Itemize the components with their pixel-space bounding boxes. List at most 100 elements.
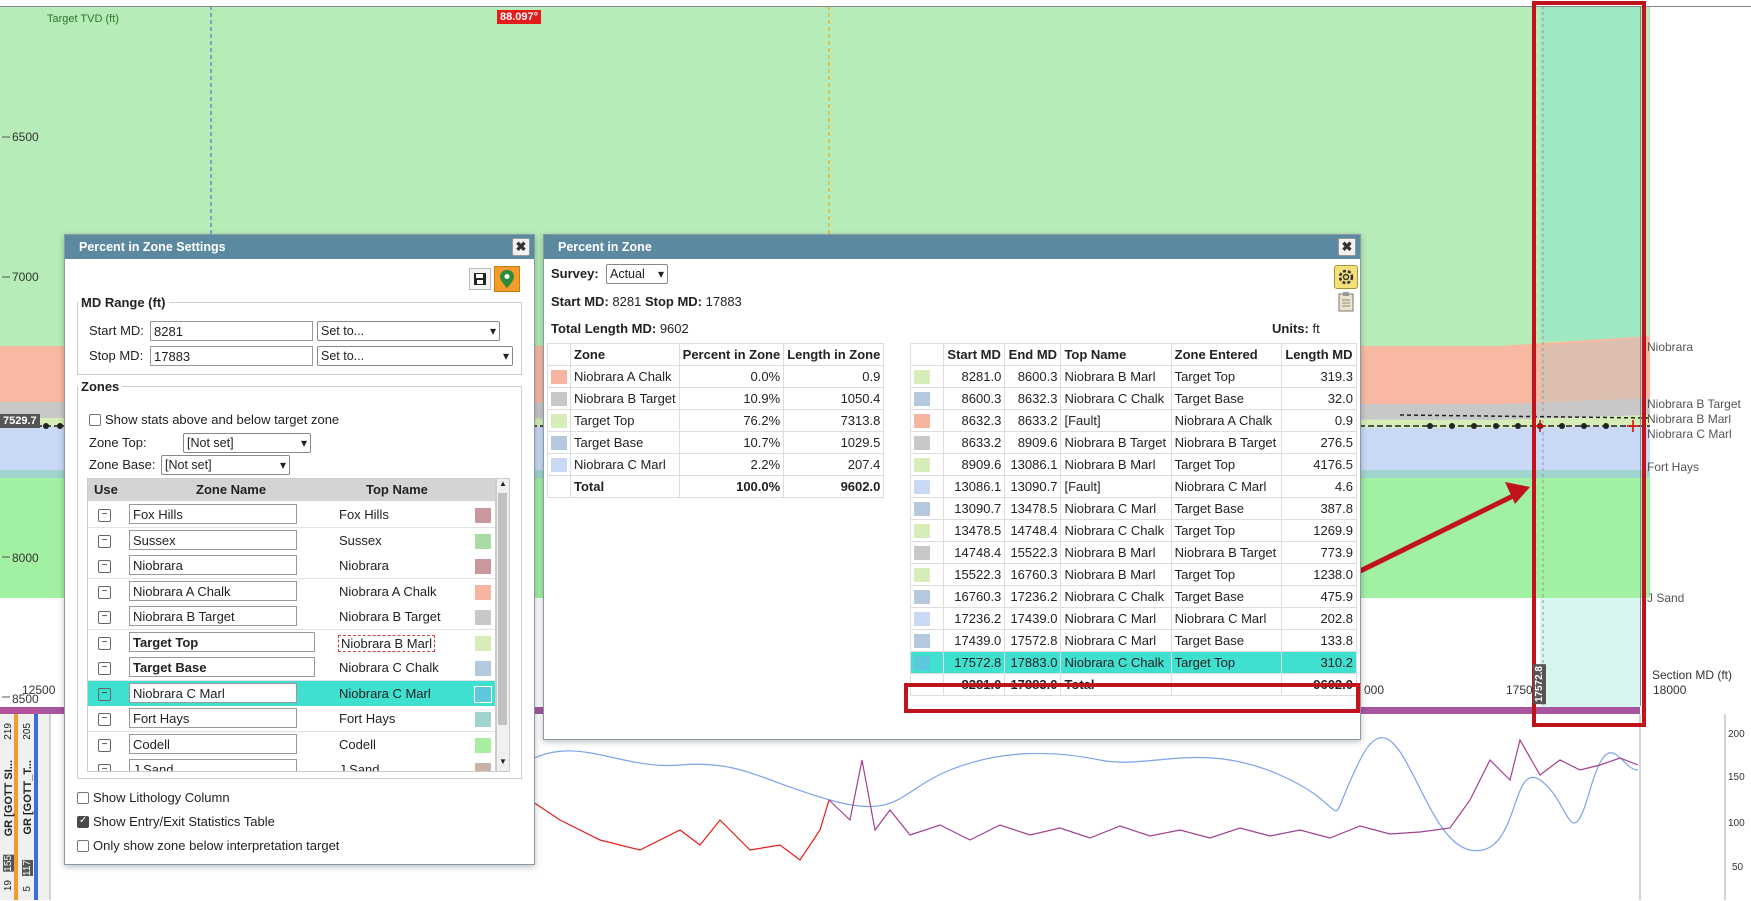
zone-row[interactable]: − Niobrara B Target Niobrara B Target	[88, 604, 495, 630]
top-name-cell[interactable]: Niobrara A Chalk	[339, 584, 437, 599]
zone-base-select[interactable]: [Not set]	[161, 455, 290, 475]
top-name-cell[interactable]: Sussex	[339, 533, 382, 548]
zone-row[interactable]: − Target Top Niobrara B Marl	[88, 629, 495, 656]
zone-color-swatch[interactable]	[474, 634, 492, 652]
only-show-below-checkbox[interactable]	[77, 840, 89, 852]
top-name-cell[interactable]: Niobrara B Marl	[338, 634, 436, 652]
survey-select[interactable]: Actual	[606, 264, 668, 284]
zone-top-select[interactable]: [Not set]	[183, 433, 311, 453]
zone-row[interactable]: − Niobrara A Chalk Niobrara A Chalk	[88, 578, 495, 605]
use-toggle-icon[interactable]: −	[98, 764, 111, 771]
use-toggle-icon[interactable]: −	[98, 611, 111, 624]
only-show-below-label: Only show zone below interpretation targ…	[93, 838, 340, 853]
zone-name-input[interactable]: Target Top	[129, 631, 315, 652]
clipboard-icon[interactable]	[1337, 291, 1355, 313]
use-toggle-icon[interactable]: −	[98, 636, 111, 650]
use-toggle-icon[interactable]: −	[98, 534, 111, 548]
zone-color-swatch[interactable]	[474, 507, 492, 524]
top-name-cell[interactable]: J Sand	[339, 762, 379, 771]
zone-row[interactable]: − Niobrara Niobrara	[88, 553, 495, 579]
gear-icon[interactable]	[1334, 265, 1358, 289]
detail-end-md: 15522.3	[1004, 541, 1062, 564]
settings-dialog-title[interactable]: Percent in Zone Settings ✖	[65, 235, 534, 259]
zone-row[interactable]: − Target Base Niobrara C Chalk	[88, 655, 495, 681]
zone-row[interactable]: − Sussex Sussex	[88, 527, 495, 554]
zone-color-swatch[interactable]	[474, 685, 492, 703]
stop-md-set-select[interactable]: Set to...	[317, 346, 513, 366]
zone-color-swatch[interactable]	[474, 609, 492, 626]
top-name-cell[interactable]: Niobrara C Marl	[339, 686, 431, 701]
zone-color-swatch	[910, 409, 944, 432]
zone-color-swatch[interactable]	[474, 660, 492, 677]
use-toggle-icon[interactable]: −	[98, 585, 111, 599]
zone-color-swatch[interactable]	[474, 711, 492, 728]
zone-row[interactable]: − J Sand J Sand	[88, 757, 495, 771]
start-md-input[interactable]: 8281	[150, 321, 313, 341]
zone-row[interactable]: − Fox Hills Fox Hills	[88, 502, 495, 528]
map-pin-icon[interactable]	[494, 266, 520, 292]
zone-name-input[interactable]: J Sand	[129, 759, 297, 771]
detail-top-name: Niobrara C Chalk	[1060, 519, 1172, 542]
close-icon[interactable]: ✖	[1338, 238, 1356, 256]
scroll-thumb[interactable]	[498, 493, 507, 725]
detail-row: 17236.2 17439.0 Niobrara C Marl Niobrara C …	[910, 607, 1358, 630]
detail-start-md: 14748.4	[942, 541, 1006, 564]
top-name-cell[interactable]: Niobrara	[339, 558, 389, 573]
use-toggle-icon[interactable]: −	[98, 687, 111, 701]
zone-name-input[interactable]: Fort Hays	[129, 708, 297, 728]
zone-color-swatch[interactable]	[474, 583, 492, 601]
md-tick-1750: 1750	[1506, 683, 1533, 697]
detail-header-row: Start MD End MD Top Name Zone Entered Le…	[910, 343, 1358, 366]
piz-dialog-title[interactable]: Percent in Zone ✖	[544, 235, 1360, 259]
zone-row[interactable]: − Niobrara C Marl Niobrara C Marl	[88, 680, 495, 707]
use-toggle-icon[interactable]: −	[98, 509, 111, 522]
use-toggle-icon[interactable]: −	[98, 662, 111, 675]
close-icon[interactable]: ✖	[512, 238, 530, 256]
save-icon[interactable]	[469, 268, 491, 290]
detail-col-start-md: Start MD	[942, 343, 1006, 366]
use-toggle-icon[interactable]: −	[98, 560, 111, 573]
show-entry-exit-checkbox[interactable]	[77, 815, 89, 828]
zones-scrollbar[interactable]: ▲ ▼	[496, 478, 510, 772]
zone-name-input[interactable]: Sussex	[129, 529, 297, 550]
detail-top-name: Niobrara C Marl	[1060, 607, 1172, 630]
top-name-cell[interactable]: Niobrara C Chalk	[339, 660, 439, 675]
zone-row[interactable]: − Codell Codell	[88, 731, 495, 758]
scroll-down-icon[interactable]: ▼	[499, 757, 507, 766]
start-md-set-select[interactable]: Set to...	[317, 321, 500, 341]
survey-label: Survey:	[551, 266, 599, 281]
col-zone-name: Zone Name	[196, 482, 267, 497]
top-name-cell[interactable]: Fox Hills	[339, 507, 389, 522]
use-toggle-icon[interactable]: −	[98, 713, 111, 726]
show-lithology-checkbox[interactable]	[77, 792, 89, 804]
col-use: Use	[94, 482, 118, 497]
zone-name-input[interactable]: Niobrara C Marl	[129, 682, 297, 703]
zone-name-input[interactable]: Niobrara	[129, 555, 297, 575]
zone-name-input[interactable]: Niobrara A Chalk	[129, 580, 297, 601]
zone-name-input[interactable]: Fox Hills	[129, 504, 297, 524]
zone-name-input[interactable]: Codell	[129, 733, 297, 754]
detail-zone-entered: Target Top	[1170, 563, 1282, 586]
zone-color-swatch	[547, 387, 571, 410]
detail-row: 17572.8 17883.0 Niobrara C Chalk Target Top…	[910, 651, 1358, 674]
top-name-cell[interactable]: Niobrara B Target	[339, 609, 441, 624]
top-name-cell[interactable]: Fort Hays	[339, 711, 395, 726]
use-toggle-icon[interactable]: −	[98, 738, 111, 752]
detail-row: 13086.1 13090.7 [Fault] Niobrara C Marl 4.6	[910, 475, 1358, 498]
show-stats-checkbox[interactable]	[89, 414, 101, 426]
zone-row[interactable]: − Fort Hays Fort Hays	[88, 706, 495, 732]
zone-color-swatch[interactable]	[474, 762, 492, 771]
zone-name-input[interactable]: Niobrara B Target	[129, 606, 297, 626]
stop-md-summary-value: 17883	[705, 294, 742, 309]
stop-md-input[interactable]: 17883	[150, 346, 313, 366]
summary-length: 7313.8	[783, 409, 885, 432]
zone-color-swatch[interactable]	[474, 532, 492, 550]
top-name-cell[interactable]: Codell	[339, 737, 376, 752]
zone-color-swatch[interactable]	[474, 736, 492, 754]
zone-name-input[interactable]: Target Base	[129, 657, 315, 677]
zone-color-swatch[interactable]	[474, 558, 492, 575]
scroll-up-icon[interactable]: ▲	[499, 479, 507, 488]
settings-title-text: Percent in Zone Settings	[79, 240, 226, 254]
detail-length-md: 4176.5	[1280, 453, 1358, 476]
detail-length-md: 319.3	[1280, 365, 1358, 388]
